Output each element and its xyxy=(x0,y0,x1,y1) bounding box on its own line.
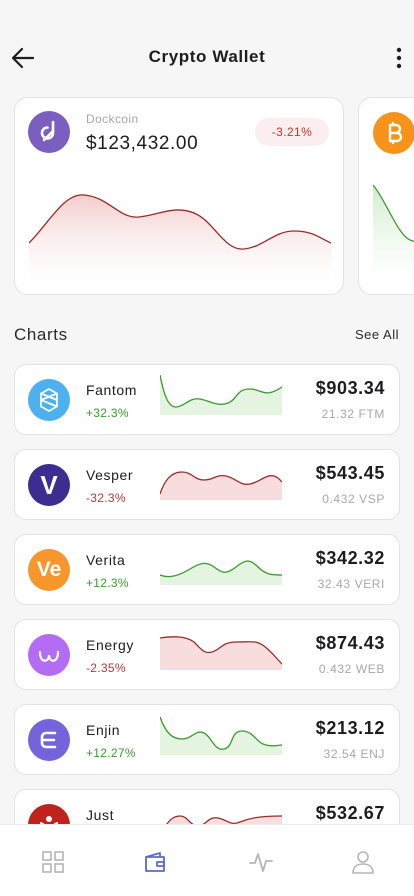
coin-amount: 32.54 ENJ xyxy=(323,747,385,761)
wallet-icon[interactable] xyxy=(142,849,168,875)
coin-sparkline-chart xyxy=(160,471,282,500)
energy-icon xyxy=(28,634,70,676)
bottom-tab-bar xyxy=(0,824,414,896)
coin-name: Verita xyxy=(86,552,126,568)
verita-icon: Ve xyxy=(28,549,70,591)
coin-name: Energy xyxy=(86,637,134,653)
vesper-icon: V xyxy=(28,464,70,506)
card-sparkline-chart xyxy=(373,184,414,283)
coin-sparkline-chart xyxy=(160,560,282,585)
bitcoin-icon xyxy=(373,112,414,154)
coin-change: -2.35% xyxy=(86,661,126,675)
coin-change: +12.27% xyxy=(86,746,136,760)
section-title: Charts xyxy=(14,325,68,344)
change-badge: -3.21% xyxy=(255,118,329,146)
more-vertical-icon[interactable] xyxy=(394,46,404,70)
wallet-card-dockcoin[interactable]: Dockcoin $123,432.00 -3.21% xyxy=(14,97,344,295)
coin-sparkline-chart xyxy=(160,375,282,415)
card-sparkline-chart xyxy=(29,194,331,283)
coin-price: $342.32 xyxy=(315,548,385,568)
coin-row-vesper[interactable]: V Vesper -32.3% $543.45 0.432 VSP xyxy=(14,449,400,520)
fantom-icon xyxy=(28,379,70,421)
enjin-icon xyxy=(28,719,70,761)
activity-icon[interactable] xyxy=(248,849,274,875)
wallet-card-carousel[interactable]: Dockcoin $123,432.00 -3.21% xyxy=(14,97,414,295)
card-balance: $123,432.00 xyxy=(86,133,199,154)
coin-change: -32.3% xyxy=(86,491,126,505)
coin-change: +12.3% xyxy=(86,576,129,590)
coin-sparkline-chart xyxy=(160,716,282,755)
coin-amount: 32.43 VERI xyxy=(317,577,385,591)
coin-amount: 21.32 FTM xyxy=(321,407,385,421)
wallet-card-bitcoin[interactable] xyxy=(358,97,414,295)
coin-price: $874.43 xyxy=(315,633,385,653)
coin-name: Enjin xyxy=(86,722,121,738)
coin-row-energy[interactable]: Energy -2.35% $874.43 0.432 WEB xyxy=(14,619,400,690)
grid-icon[interactable] xyxy=(40,849,66,875)
card-coin-name: Dockcoin xyxy=(86,112,139,126)
coin-row-fantom[interactable]: Fantom +32.3% $903.34 21.32 FTM xyxy=(14,364,400,435)
coin-price: $213.12 xyxy=(315,718,385,738)
coin-amount: 0.432 WEB xyxy=(318,662,385,676)
coin-price: $532.67 xyxy=(315,803,385,823)
coin-price: $903.34 xyxy=(315,378,385,398)
page-title: Crypto Wallet xyxy=(148,47,266,66)
coin-name: Fantom xyxy=(86,382,138,398)
header: Crypto Wallet xyxy=(0,0,414,100)
user-icon[interactable] xyxy=(350,849,376,875)
see-all-link[interactable]: See All xyxy=(355,327,399,342)
coin-row-enjin[interactable]: Enjin +12.27% $213.12 32.54 ENJ xyxy=(14,704,400,775)
coin-row-verita[interactable]: Ve Verita +12.3% $342.32 32.43 VERI xyxy=(14,534,400,605)
coin-sparkline-chart xyxy=(160,636,282,670)
coin-change: +32.3% xyxy=(86,406,129,420)
coin-name: Vesper xyxy=(86,467,134,483)
coin-price: $543.45 xyxy=(315,463,385,483)
coin-amount: 0.432 VSP xyxy=(322,492,385,506)
dockcoin-icon xyxy=(28,111,70,153)
coin-name: Just xyxy=(86,807,115,823)
